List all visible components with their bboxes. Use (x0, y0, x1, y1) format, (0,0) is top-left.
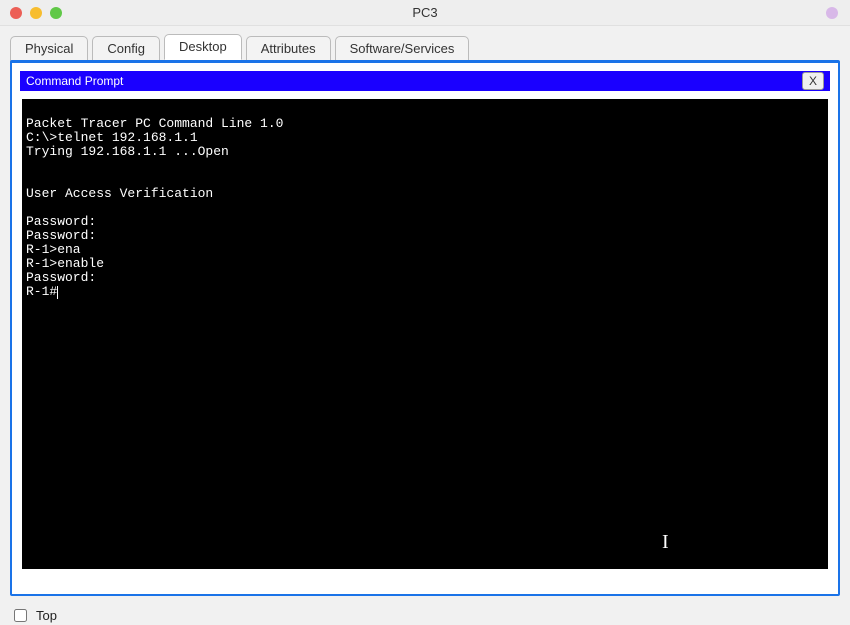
top-label: Top (36, 608, 57, 623)
close-window-icon[interactable] (10, 7, 22, 19)
minimize-window-icon[interactable] (30, 7, 42, 19)
traffic-lights (0, 7, 62, 19)
footer: Top (0, 604, 850, 625)
tab-desktop[interactable]: Desktop (164, 34, 242, 60)
titlebar-status-icon (826, 7, 838, 19)
top-checkbox[interactable] (14, 609, 27, 622)
command-prompt-title: Command Prompt (26, 74, 123, 88)
command-prompt-titlebar: Command Prompt X (20, 71, 830, 91)
tab-attributes[interactable]: Attributes (246, 36, 331, 62)
command-prompt-close-button[interactable]: X (802, 72, 824, 90)
tab-physical[interactable]: Physical (10, 36, 88, 62)
desktop-content: Command Prompt X Packet Tracer PC Comman… (10, 60, 840, 596)
maximize-window-icon[interactable] (50, 7, 62, 19)
tab-row: Physical Config Desktop Attributes Softw… (0, 26, 850, 60)
tab-software-services[interactable]: Software/Services (335, 36, 470, 62)
text-caret-icon: I (662, 535, 669, 549)
terminal-cursor-icon (57, 286, 58, 299)
terminal-output[interactable]: Packet Tracer PC Command Line 1.0 C:\>te… (22, 99, 828, 569)
window-title: PC3 (0, 5, 850, 20)
tab-config[interactable]: Config (92, 36, 160, 62)
window-titlebar: PC3 (0, 0, 850, 26)
